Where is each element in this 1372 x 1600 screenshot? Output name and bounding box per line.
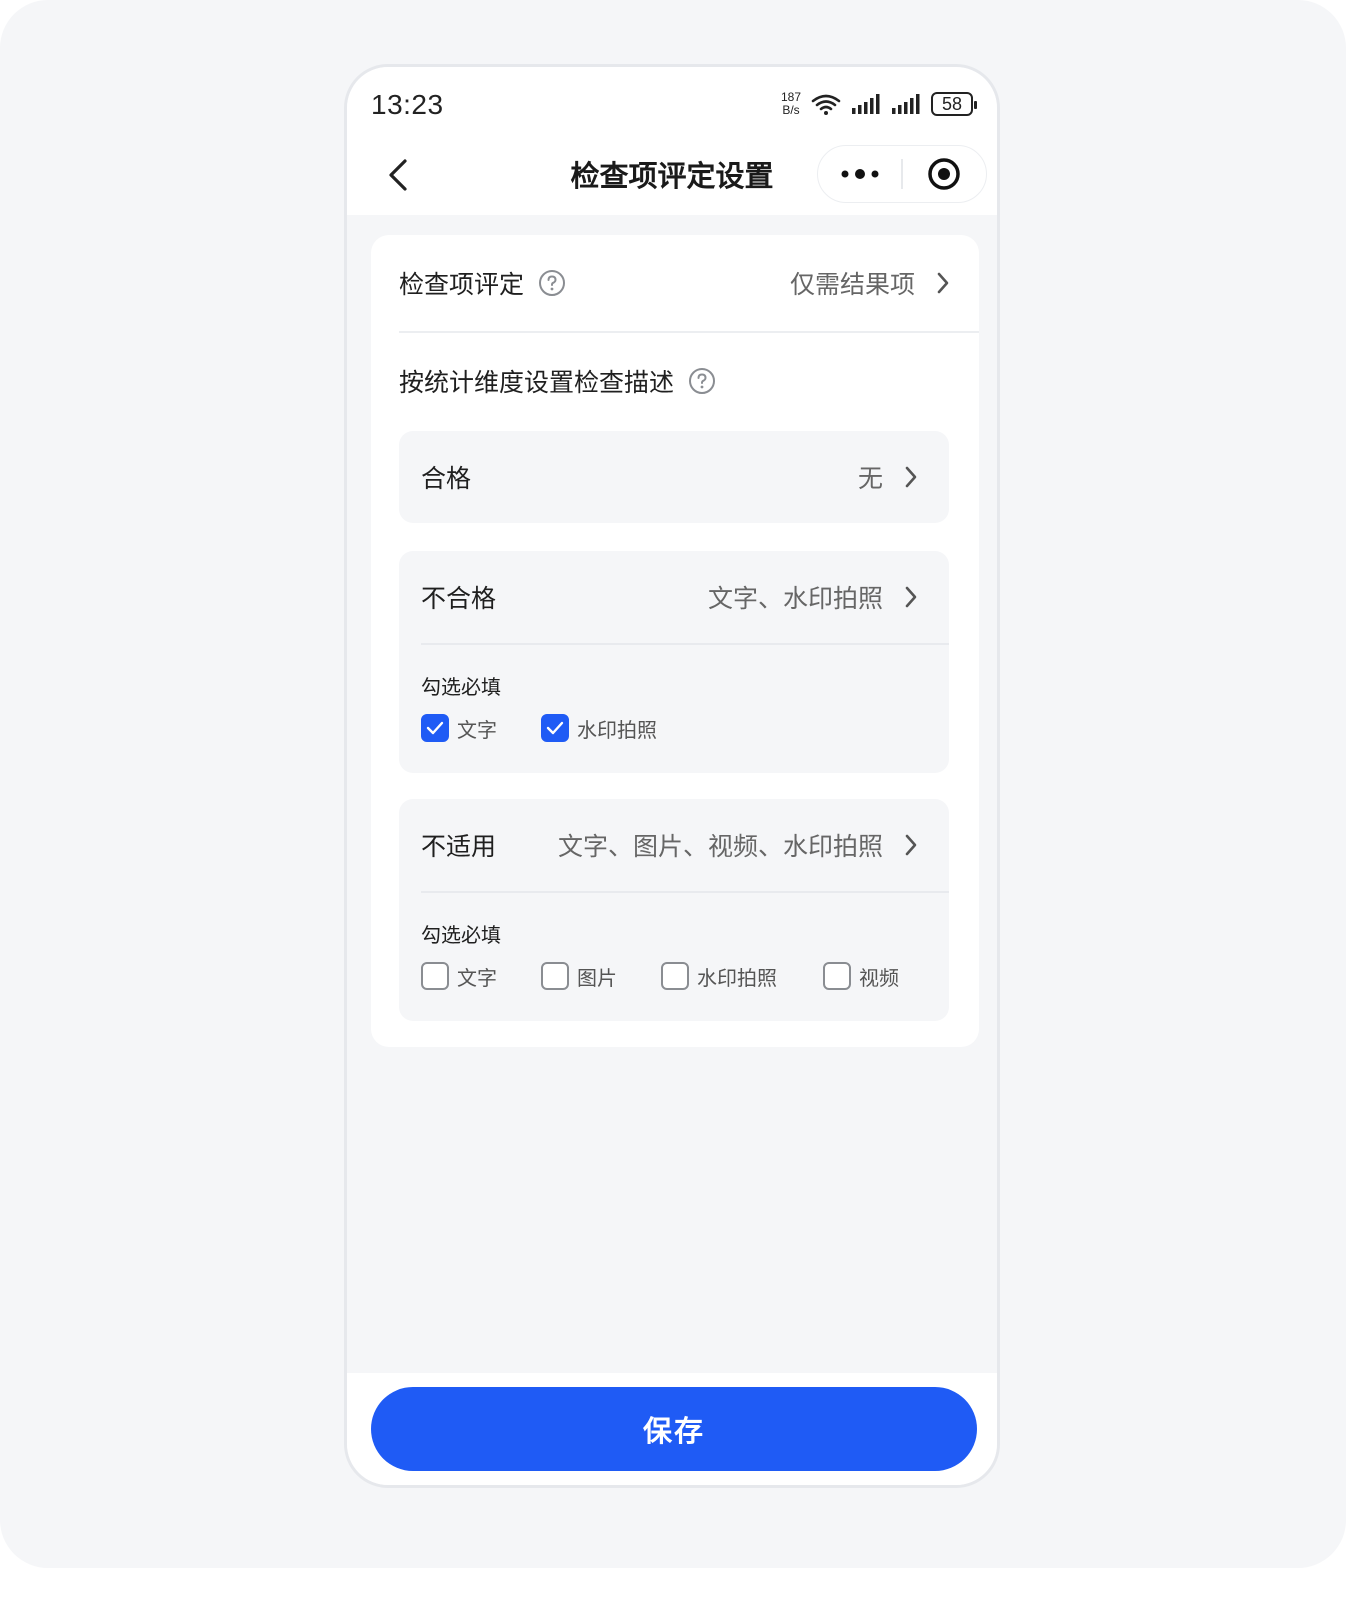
- checkbox-unchecked-icon: [541, 962, 569, 990]
- not-applicable-row[interactable]: 不适用 文字、图片、视频、水印拍照: [399, 799, 949, 891]
- checkbox-label: 文字: [457, 717, 497, 742]
- divider: [399, 331, 979, 333]
- qualified-block: 合格 无: [399, 431, 949, 523]
- network-speed-unit: B/s: [782, 103, 800, 117]
- save-button[interactable]: 保存: [371, 1387, 977, 1471]
- evaluation-row[interactable]: 检查项评定 仅需结果项: [399, 235, 951, 331]
- unqualified-value: 文字、水印拍照: [707, 584, 883, 613]
- checkbox-text[interactable]: 文字: [421, 962, 541, 991]
- chevron-right-icon: [905, 466, 917, 488]
- qualified-row[interactable]: 合格 无: [399, 431, 949, 523]
- phone-screen: 13:23 187 B/s 58 检查项评定设置 检查项评定 仅需结果项 按统计…: [344, 64, 1000, 1488]
- unqualified-row[interactable]: 不合格 文字、水印拍照: [399, 551, 949, 643]
- required-options: 文字 图片 水印拍照 视频: [399, 948, 949, 991]
- checkbox-label: 图片: [577, 965, 617, 990]
- top-bar: 13:23 187 B/s 58 检查项评定设置: [347, 67, 997, 215]
- checkbox-unchecked-icon: [421, 962, 449, 990]
- signal-icon: [852, 94, 880, 114]
- required-options: 文字 水印拍照: [399, 700, 949, 743]
- evaluation-label: 检查项评定: [399, 270, 525, 299]
- checkbox-checked-icon: [421, 714, 449, 742]
- not-applicable-block: 不适用 文字、图片、视频、水印拍照 勾选必填 文字 图片 水印拍照 视频: [399, 799, 949, 1021]
- dimension-section-label: 按统计维度设置检查描述: [399, 368, 675, 397]
- qualified-value: 无: [857, 464, 883, 493]
- unqualified-block: 不合格 文字、水印拍照 勾选必填 文字 水印拍照: [399, 551, 949, 773]
- miniprogram-capsule: [817, 145, 987, 203]
- checkbox-label: 视频: [859, 965, 899, 990]
- checkbox-label: 文字: [457, 965, 497, 990]
- more-button[interactable]: [818, 146, 901, 202]
- checkbox-watermark-photo[interactable]: 水印拍照: [541, 714, 657, 743]
- qualified-label: 合格: [421, 464, 472, 493]
- chevron-right-icon: [905, 586, 917, 608]
- dimension-section-title: 按统计维度设置检查描述: [399, 363, 716, 399]
- signal-icon: [892, 94, 920, 114]
- network-speed: 187 B/s: [781, 91, 801, 117]
- chevron-right-icon: [937, 272, 949, 294]
- bottom-bar: 保存: [347, 1373, 997, 1485]
- settings-card: 检查项评定 仅需结果项 按统计维度设置检查描述 合格 无 不合格 文字、水印拍照…: [371, 235, 979, 1047]
- checkbox-checked-icon: [541, 714, 569, 742]
- help-icon[interactable]: [688, 367, 716, 395]
- checkbox-unchecked-icon: [661, 962, 689, 990]
- more-dots-icon: [841, 169, 879, 179]
- wifi-icon: [811, 94, 841, 115]
- help-icon[interactable]: [538, 269, 566, 297]
- checkbox-label: 水印拍照: [697, 965, 777, 990]
- checkbox-watermark-photo[interactable]: 水印拍照: [661, 962, 823, 991]
- status-time: 13:23: [371, 89, 444, 120]
- checkbox-video[interactable]: 视频: [823, 962, 899, 991]
- checkbox-text[interactable]: 文字: [421, 714, 541, 743]
- close-miniprogram-button[interactable]: [903, 146, 986, 202]
- status-icons: 187 B/s 58: [781, 89, 977, 119]
- required-title: 勾选必填: [421, 674, 501, 699]
- battery-icon: 58: [931, 92, 977, 116]
- not-applicable-label: 不适用: [421, 832, 497, 861]
- not-applicable-value: 文字、图片、视频、水印拍照: [557, 832, 883, 861]
- checkbox-unchecked-icon: [823, 962, 851, 990]
- target-close-icon: [928, 158, 961, 190]
- checkbox-image[interactable]: 图片: [541, 962, 661, 991]
- evaluation-value: 仅需结果项: [789, 270, 915, 299]
- chevron-right-icon: [905, 834, 917, 856]
- battery-level: 58: [941, 93, 963, 114]
- required-title: 勾选必填: [421, 922, 501, 947]
- checkbox-label: 水印拍照: [577, 717, 657, 742]
- unqualified-label: 不合格: [421, 584, 497, 613]
